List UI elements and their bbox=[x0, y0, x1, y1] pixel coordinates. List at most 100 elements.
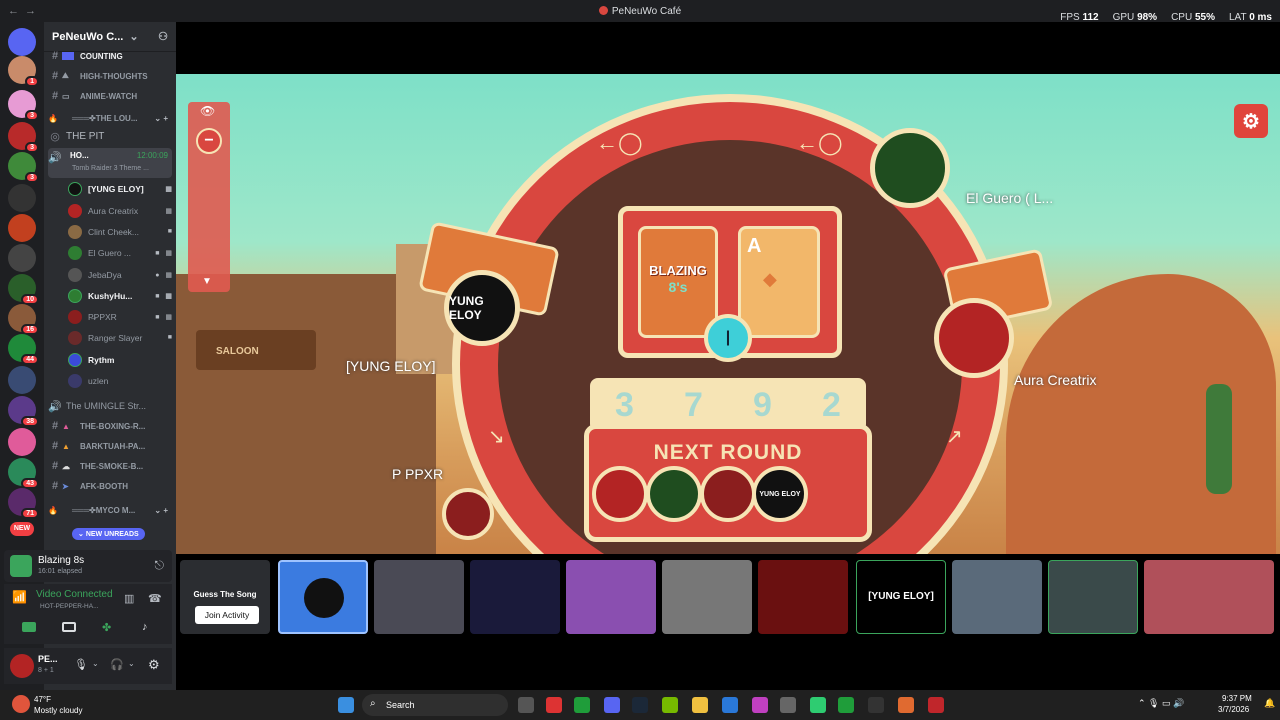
server-icon[interactable]: 10 bbox=[8, 274, 39, 305]
terminal-icon[interactable] bbox=[868, 697, 884, 713]
participant-tile[interactable] bbox=[470, 560, 560, 634]
participant-tile[interactable] bbox=[758, 560, 848, 634]
soundboard-icon[interactable]: ♪ bbox=[142, 621, 148, 633]
participant-tile[interactable] bbox=[566, 560, 656, 634]
participant-tile[interactable]: [YUNG ELOY] bbox=[856, 560, 946, 634]
microphone-icon[interactable]: 🎙 bbox=[74, 658, 88, 671]
activity-tile[interactable]: Guess The Song Join Activity bbox=[180, 560, 270, 634]
voice-user[interactable]: P̶PPXR ■ ▦ bbox=[68, 306, 174, 327]
avatar[interactable] bbox=[10, 654, 34, 678]
search-box[interactable]: ⌕ Search bbox=[362, 694, 508, 716]
participant-tile[interactable] bbox=[952, 560, 1042, 634]
noise-suppression-icon[interactable]: ▥ bbox=[124, 592, 134, 605]
stage-channel[interactable]: ◎ THE PIT bbox=[48, 126, 172, 146]
voice-user[interactable]: [YUNG ELOY] ▦ bbox=[68, 178, 174, 199]
channel-item[interactable]: # ▲ THE-BOXING-R... bbox=[48, 416, 172, 436]
hand-card[interactable]: 2 bbox=[822, 386, 841, 425]
git-icon[interactable] bbox=[898, 697, 914, 713]
collapse-icon[interactable]: ▼ bbox=[202, 276, 212, 287]
voice-user[interactable]: Clint Cheek... ■ bbox=[68, 221, 174, 242]
new-unreads-pill[interactable]: ⌄ NEW UNREADS bbox=[72, 528, 145, 540]
voice-channel-name[interactable]: HOT-PEPPER-HA... bbox=[40, 603, 99, 610]
disconnect-icon[interactable]: ☎ bbox=[148, 592, 162, 605]
camera-button[interactable] bbox=[22, 622, 36, 632]
start-icon[interactable] bbox=[338, 697, 354, 713]
opera-icon[interactable] bbox=[546, 697, 562, 713]
settings-gear-icon[interactable]: ⚙ bbox=[1234, 104, 1268, 138]
category-item[interactable]: 🔥 ═══✜MYCO M... ⌄ + bbox=[48, 500, 172, 520]
server-icon[interactable]: 1 bbox=[8, 56, 39, 87]
leave-activity-icon[interactable]: ⎋ bbox=[155, 558, 165, 573]
zoom-out-button[interactable]: − bbox=[196, 128, 222, 154]
voice-user[interactable]: Ranger Slayer ■ bbox=[68, 327, 174, 348]
participant-tile[interactable] bbox=[278, 560, 368, 634]
hand-card[interactable]: 3 bbox=[615, 386, 634, 425]
server-icon[interactable]: 38 bbox=[8, 396, 39, 427]
participant-tile[interactable] bbox=[662, 560, 752, 634]
server-icon[interactable]: 71 bbox=[8, 488, 39, 519]
server-icon[interactable] bbox=[8, 428, 36, 456]
server-icon[interactable] bbox=[8, 214, 36, 242]
hand-card[interactable]: 7 bbox=[684, 386, 703, 425]
eye-icon[interactable]: 👁 bbox=[200, 104, 215, 118]
participant-tile[interactable] bbox=[1048, 560, 1138, 634]
steam-icon[interactable] bbox=[632, 697, 648, 713]
voice-channel-active[interactable]: 🔊 HO... 12:00:09 Tomb Raider 3 Theme ... bbox=[48, 148, 172, 178]
category-actions-icon[interactable]: ⌄ + bbox=[154, 506, 168, 515]
server-icon[interactable]: 3 bbox=[8, 152, 39, 183]
outlook-icon[interactable] bbox=[722, 697, 738, 713]
voice-user[interactable]: JebaDya ● ▦ bbox=[68, 264, 174, 285]
server-icon[interactable] bbox=[8, 184, 36, 212]
discord-icon[interactable] bbox=[604, 697, 620, 713]
discord-home-icon[interactable] bbox=[8, 28, 36, 56]
copilot-icon[interactable] bbox=[752, 697, 768, 713]
weather-icon[interactable] bbox=[12, 695, 30, 713]
channel-item[interactable]: # ▭ ANIME-WATCH bbox=[48, 86, 172, 106]
server-icon[interactable]: 3 bbox=[8, 122, 39, 153]
server-icon[interactable] bbox=[8, 244, 36, 272]
server-icon[interactable]: 3 bbox=[8, 90, 39, 121]
server-icon[interactable]: 16 bbox=[8, 304, 39, 335]
server-icon[interactable] bbox=[8, 366, 36, 394]
headphones-icon[interactable]: 🎧 bbox=[110, 658, 124, 671]
server-icon[interactable]: 43 bbox=[8, 458, 39, 489]
channel-item[interactable]: # ▲ BARKTUAH-PA... bbox=[48, 436, 172, 456]
voice-user[interactable]: El Guero ... ■ ▦ bbox=[68, 242, 174, 263]
category-item[interactable]: 🔥 ═══✜THE LOU... ⌄ + bbox=[48, 108, 172, 128]
app-icon[interactable] bbox=[810, 697, 826, 713]
task-view-icon[interactable] bbox=[518, 697, 534, 713]
xbox-game-bar-icon[interactable] bbox=[838, 697, 854, 713]
system-tray-icons[interactable]: ⌃ 🎙 ▭ 🔊 bbox=[1138, 698, 1184, 709]
channel-item[interactable]: # COUNTING bbox=[48, 46, 172, 66]
channel-item[interactable]: # ⛰ HIGH-THOUGHTS bbox=[48, 66, 172, 86]
xbox-icon[interactable] bbox=[574, 697, 590, 713]
activity-panel[interactable]: Blazing 8s 16:01 elapsed ⎋ bbox=[4, 550, 172, 582]
voice-channel[interactable]: 🔊 The UMINGLE Str... bbox=[48, 396, 172, 416]
file-explorer-icon[interactable] bbox=[692, 697, 708, 713]
join-activity-button[interactable]: Join Activity bbox=[195, 606, 259, 624]
game-viewport[interactable]: SALOON ←◯ ←◯ ↘ ↗ BLAZING 8's A ◆ | 3 7 9… bbox=[176, 74, 1280, 554]
app-icon[interactable] bbox=[928, 697, 944, 713]
channel-item[interactable]: # ➤ AFK-BOOTH bbox=[48, 476, 172, 496]
add-member-icon[interactable]: ⚇ bbox=[158, 30, 168, 43]
category-actions-icon[interactable]: ⌄ + bbox=[154, 114, 168, 123]
notification-icon[interactable]: 🔔 bbox=[1264, 698, 1275, 709]
screenshare-button[interactable] bbox=[62, 622, 76, 632]
store-icon[interactable] bbox=[780, 697, 796, 713]
new-badge[interactable]: NEW bbox=[10, 522, 34, 536]
hand-card[interactable]: 9 bbox=[753, 386, 772, 425]
activity-launcher-icon[interactable]: ✤ bbox=[102, 622, 114, 634]
voice-user[interactable]: KushyHu... ■ ▦ bbox=[68, 285, 174, 306]
voice-user[interactable]: uzlen bbox=[68, 370, 174, 391]
participant-tile[interactable] bbox=[374, 560, 464, 634]
nvidia-icon[interactable] bbox=[662, 697, 678, 713]
voice-user[interactable]: Aura Creatrix ▦ bbox=[68, 200, 174, 221]
participant-tile[interactable] bbox=[1144, 560, 1274, 634]
chevron-down-icon[interactable]: ⌄ bbox=[92, 659, 99, 668]
settings-gear-icon[interactable]: ⚙ bbox=[148, 657, 160, 673]
draw-pile[interactable]: BLAZING 8's bbox=[638, 226, 718, 338]
channel-item[interactable]: # ☁ THE-SMOKE-B... bbox=[48, 456, 172, 476]
server-icon[interactable]: 44 bbox=[8, 334, 39, 365]
chevron-down-icon[interactable]: ⌄ bbox=[128, 659, 135, 668]
voice-user[interactable]: Rythm bbox=[68, 349, 174, 370]
